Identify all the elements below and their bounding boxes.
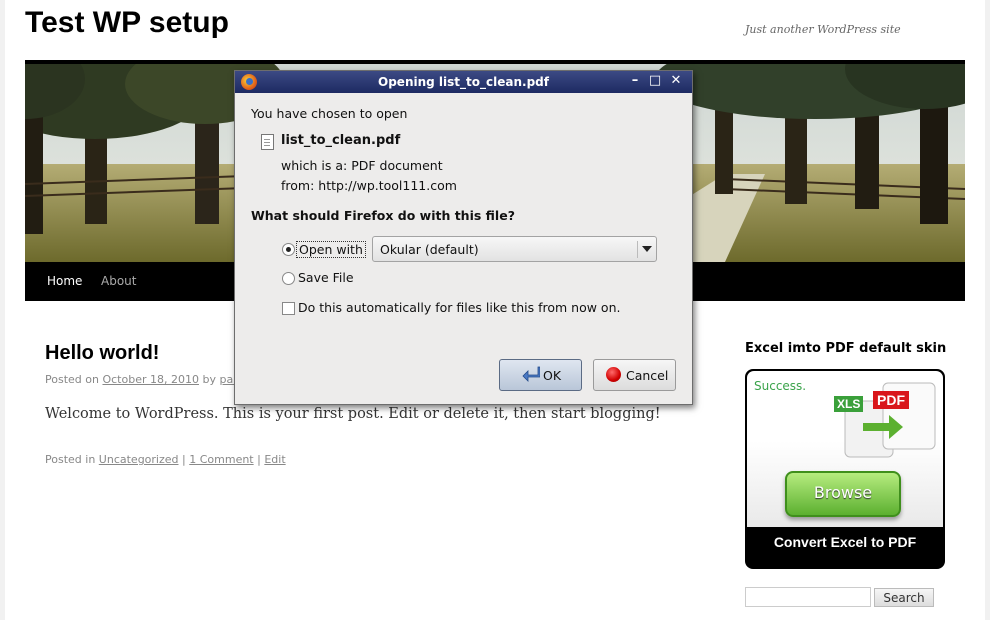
posted-in-label: Posted in — [45, 453, 96, 466]
file-name: list_to_clean.pdf — [281, 133, 401, 148]
post-title[interactable]: Hello world! — [45, 342, 159, 365]
action-question: What should Firefox do with this file? — [251, 208, 515, 223]
chosen-text: You have chosen to open — [251, 106, 408, 121]
document-icon — [261, 134, 274, 150]
file-source-label: from: — [281, 178, 315, 193]
chevron-down-icon — [642, 246, 652, 252]
excel-to-pdf-ad[interactable]: Success. XLS PDF Browse Convert Excel to… — [745, 369, 945, 569]
site-tagline: Just another WordPress site — [745, 23, 901, 36]
menu-item-about[interactable]: About — [101, 274, 136, 288]
search-button[interactable]: Search — [874, 588, 934, 607]
category-link[interactable]: Uncategorized — [99, 453, 179, 466]
post-footer: Posted in Uncategorized | 1 Comment | Ed… — [45, 453, 286, 466]
dialog-title: Opening list_to_clean.pdf — [378, 75, 549, 89]
application-select[interactable]: Okular (default) — [372, 236, 657, 262]
cancel-button[interactable]: Cancel — [593, 359, 676, 391]
minimize-icon[interactable]: – — [628, 74, 642, 88]
save-file-radio[interactable] — [282, 272, 295, 285]
enter-arrow-icon — [522, 366, 540, 382]
auto-action-checkbox[interactable] — [282, 302, 295, 315]
dialog-titlebar[interactable]: Opening list_to_clean.pdf – □ ✕ — [235, 71, 692, 93]
stop-icon — [606, 367, 621, 382]
file-type-row: which is a: PDF document — [281, 158, 443, 173]
auto-action-label[interactable]: Do this automatically for files like thi… — [298, 300, 620, 315]
maximize-icon[interactable]: □ — [648, 74, 662, 88]
ok-button[interactable]: OK — [499, 359, 582, 391]
ad-panel: Success. XLS PDF Browse — [747, 371, 943, 527]
separator: | — [182, 453, 186, 466]
post-date-link[interactable]: October 18, 2010 — [102, 373, 199, 386]
open-with-radio[interactable] — [282, 243, 295, 256]
by-label: by — [202, 373, 216, 386]
xls-badge: XLS — [834, 396, 864, 412]
search-input[interactable] — [745, 587, 871, 607]
site-title[interactable]: Test WP setup — [25, 6, 229, 40]
ad-success-text: Success. — [754, 379, 807, 393]
post-meta: Posted on October 18, 2010 by pai — [45, 373, 236, 386]
ad-footer-text: Convert Excel to PDF — [773, 534, 917, 550]
posted-on-label: Posted on — [45, 373, 99, 386]
file-source-row: from: http://wp.tool111.com — [281, 178, 457, 193]
save-file-label[interactable]: Save File — [298, 270, 354, 285]
close-icon[interactable]: ✕ — [669, 74, 683, 88]
cancel-label: Cancel — [626, 368, 669, 383]
widget-title: Excel imto PDF default skin — [745, 341, 947, 356]
open-with-label[interactable]: Open with — [296, 241, 366, 258]
file-type-label: which is a: — [281, 158, 348, 173]
ok-label: OK — [543, 368, 562, 383]
select-divider — [637, 241, 638, 258]
file-type-value: PDF document — [351, 158, 443, 173]
post-body: Welcome to WordPress. This is your first… — [45, 406, 661, 422]
application-select-value: Okular (default) — [380, 242, 479, 257]
comments-link[interactable]: 1 Comment — [189, 453, 253, 466]
edit-link[interactable]: Edit — [264, 453, 285, 466]
browse-button[interactable]: Browse — [785, 471, 901, 517]
opening-file-dialog: Opening list_to_clean.pdf – □ ✕ You have… — [234, 70, 693, 405]
menu-item-home[interactable]: Home — [47, 274, 82, 288]
file-source-value: http://wp.tool111.com — [318, 178, 457, 193]
pdf-badge: PDF — [873, 391, 909, 409]
separator: | — [257, 453, 261, 466]
